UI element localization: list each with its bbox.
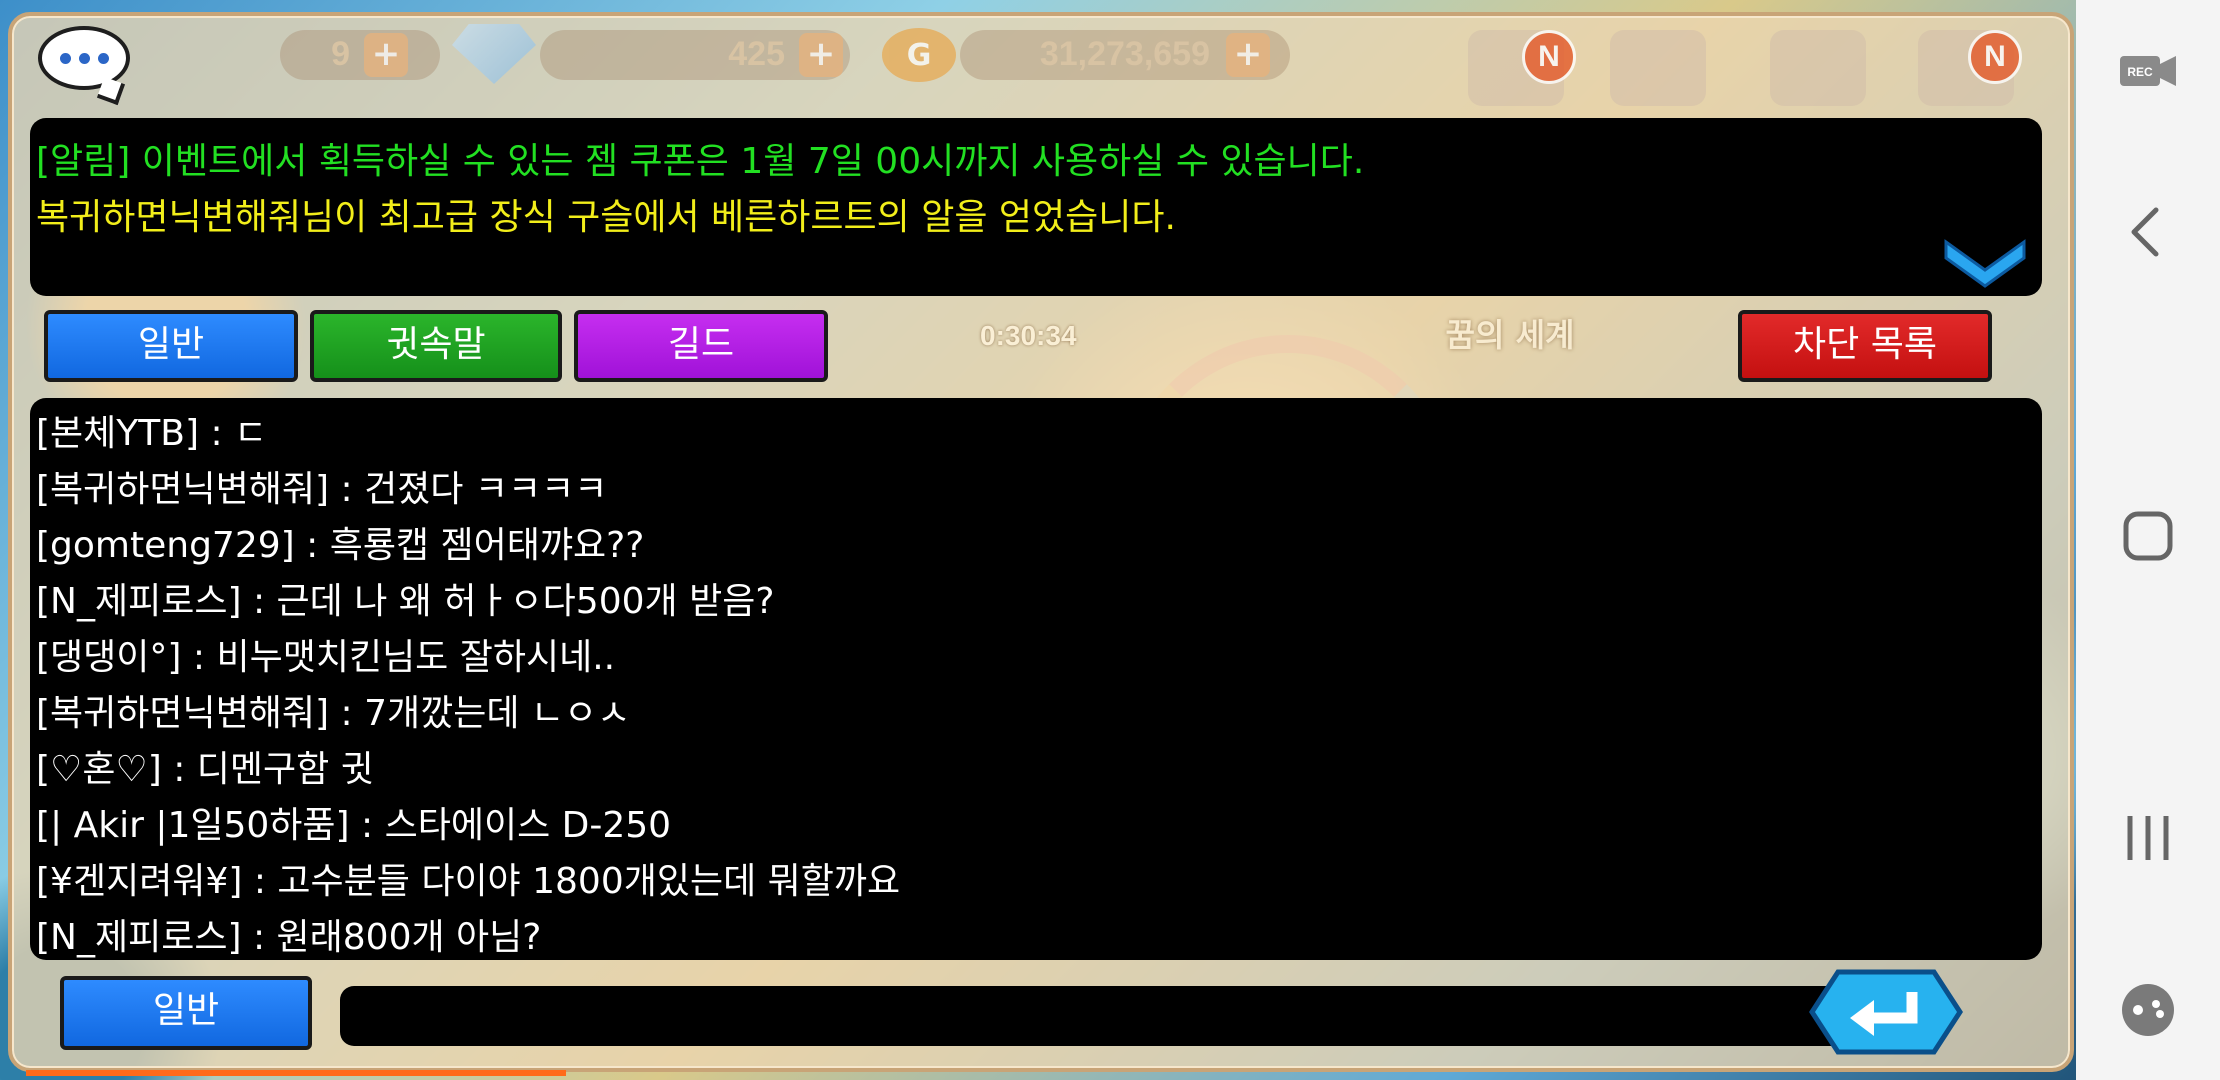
gold-value: 31,273,659	[1039, 35, 1210, 73]
notice-item-text: 복귀하면닉변해줘님이 최고급 장식 구슬에서 베른하르트의 알을 얻었습니다.	[36, 197, 1176, 238]
recents-icon[interactable]	[2118, 808, 2178, 868]
chat-bubble-icon[interactable]	[38, 26, 130, 90]
record-icon[interactable]: REC	[2118, 40, 2178, 100]
enter-icon[interactable]	[1808, 968, 1964, 1056]
chat-log[interactable]: [본체YTB] : ㄷ [복귀하면닉변해줘] : 건졌다 ㅋㅋㅋㅋ [gomte…	[30, 398, 2042, 960]
notice-alert-text: [알림] 이벤트에서 획득하실 수 있는 젬 쿠폰은 1월 7일 00시까지 사…	[36, 141, 1365, 182]
chat-message: [댕댕이°] : 비누맷치킨님도 잘하시네..	[36, 637, 616, 678]
game-tools-icon[interactable]	[2118, 980, 2178, 1040]
add-gems-button[interactable]: +	[799, 33, 843, 77]
svg-text:REC: REC	[2127, 65, 2153, 79]
news-badge: N	[1968, 30, 2022, 84]
chat-message: [| Akir |1일50하품] : 스타에이스 D-250	[36, 805, 672, 846]
dot	[59, 52, 71, 64]
chat-input[interactable]	[340, 986, 1860, 1046]
dot	[78, 52, 90, 64]
world-name-label: 꿈의 세계	[1445, 316, 1575, 354]
gold-icon-letter: G	[906, 37, 932, 73]
add-hearts-button[interactable]: +	[364, 33, 408, 77]
block-list-button[interactable]: 차단 목록	[1738, 310, 1992, 382]
chat-message: [¥겐지려워¥] : 고수분들 다이야 1800개있는데 뭐할까요	[36, 861, 901, 902]
chat-message: [복귀하면닉변해줘] : 7개깠는데 ㄴㅇㅅ	[36, 693, 631, 734]
chat-message: [♡혼♡] : 디멘구함 귓	[36, 749, 374, 790]
chevron-down-icon[interactable]	[1942, 230, 2028, 290]
shop-icon[interactable]	[1610, 30, 1706, 106]
chat-message: [복귀하면닉변해줘] : 건졌다 ㅋㅋㅋㅋ	[36, 469, 608, 510]
home-icon[interactable]	[2118, 506, 2178, 566]
tab-general[interactable]: 일반	[44, 310, 298, 382]
notice-panel: [알림] 이벤트에서 획득하실 수 있는 젬 쿠폰은 1월 7일 00시까지 사…	[30, 118, 2042, 296]
top-bar: 9 + 425 + G 31,273,659 + N N	[0, 0, 2076, 110]
gems-value: 425	[728, 35, 785, 73]
dot	[97, 52, 109, 64]
chat-message: [gomteng729] : 흑룡캡 젬어태꺄요??	[36, 525, 645, 566]
chat-channel-button[interactable]: 일반	[60, 976, 312, 1050]
system-nav-bar: REC	[2076, 0, 2220, 1080]
gem-icon	[452, 24, 536, 84]
event-timer: 0:30:34	[980, 320, 1077, 351]
hearts-value: 9	[331, 35, 350, 73]
gold-coin-icon: G	[882, 28, 956, 82]
back-icon[interactable]	[2118, 202, 2178, 262]
chat-message: [N_제피로스] : 원래800개 아님?	[36, 917, 542, 958]
tab-guild[interactable]: 길드	[574, 310, 828, 382]
progress-strip	[26, 1070, 566, 1076]
add-gold-button[interactable]: +	[1226, 33, 1270, 77]
chat-message: [본체YTB] : ㄷ	[36, 413, 268, 454]
chat-message: [N_제피로스] : 근데 나 왜 허ㅏㅇ다500개 받음?	[36, 581, 775, 622]
location-icon[interactable]	[1770, 30, 1866, 106]
mail-badge: N	[1522, 30, 1576, 84]
tab-whisper[interactable]: 귓속말	[310, 310, 562, 382]
